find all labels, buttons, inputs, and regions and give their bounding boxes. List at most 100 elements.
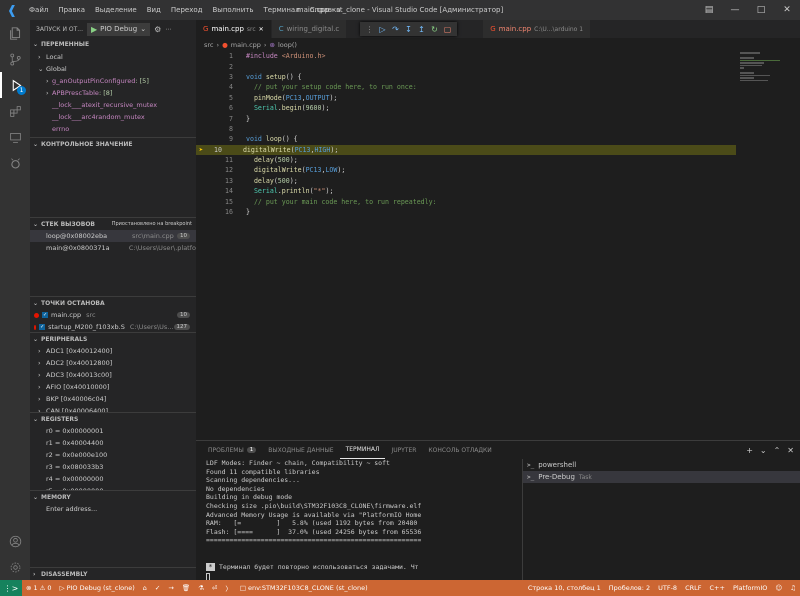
code-line[interactable]: 12 digitalWrite(PC13,LOW); (196, 165, 800, 175)
restart-icon[interactable]: ↻ (429, 25, 440, 34)
callstack-section-header[interactable]: ⌄ СТЕК ВЫЗОВОВ Приостановлено на breakpoin… (30, 217, 196, 230)
code-line[interactable]: 14 Serial.println("*"); (196, 186, 800, 196)
breadcrumb-folder[interactable]: src (204, 41, 214, 49)
debug-status[interactable]: ▷ PIO Debug (st_clone) (56, 584, 139, 592)
global-scope[interactable]: ⌄ Global (30, 63, 196, 75)
remote-explorer-icon[interactable] (0, 124, 30, 150)
register-item[interactable]: r1 = 0x40004400 (30, 437, 196, 449)
peripheral-item[interactable]: › BKP [0x40006c04] (30, 393, 196, 405)
code-line[interactable]: 4 // put your setup code here, to run on… (196, 82, 800, 92)
breakpoint-arrow-icon[interactable]: ➤ (196, 146, 206, 154)
feedback-icon[interactable]: ☺ (771, 584, 786, 592)
chevron-down-icon[interactable]: ⌄ (760, 446, 767, 455)
code-line[interactable]: 9 void loop() { (196, 134, 800, 144)
code-line[interactable]: 6 Serial.begin(9600); (196, 103, 800, 113)
code-line[interactable]: 1 #include <Arduino.h> (196, 51, 800, 61)
step-out-icon[interactable]: ↥ (416, 25, 427, 34)
peripheral-item[interactable]: › CAN [0x40006400] (30, 405, 196, 412)
code-editor[interactable]: 1 #include <Arduino.h> 2 3 void setup() {4 /… (196, 51, 800, 217)
continue-icon[interactable]: ▷ (377, 25, 388, 34)
menu-item[interactable]: Вид (142, 0, 166, 20)
register-item[interactable]: r2 = 0x0e000e100 (30, 449, 196, 461)
code-line[interactable]: 13 delay(500); (196, 176, 800, 186)
home-icon[interactable]: ⌂ (139, 584, 151, 592)
code-line[interactable]: ➤ 10 digitalWrite(PC13,HIGH); (196, 144, 736, 155)
peripheral-item[interactable]: › ADC3 [0x40013c00] (30, 369, 196, 381)
code-line[interactable]: 2 (196, 61, 800, 71)
upload-arrow-icon[interactable]: → (164, 584, 177, 592)
breadcrumb-file[interactable]: main.cpp (231, 41, 261, 49)
breadcrumb-symbol[interactable]: loop() (278, 41, 297, 49)
platformio-status[interactable]: PlatformIO (729, 584, 771, 592)
problems-status[interactable]: ⊗ 1 ⚠ 0 (22, 584, 56, 592)
code-line[interactable]: 15 // put your main code here, to run re… (196, 196, 800, 206)
variables-section-header[interactable]: ⌄ ПЕРЕМЕННЫЕ (30, 38, 196, 51)
source-control-icon[interactable] (0, 46, 30, 72)
maximize-panel-icon[interactable]: ⌃ (774, 446, 781, 455)
env-selector[interactable]: □ env:STM32F103C8_CLONE (st_clone) (236, 584, 372, 592)
editor-tab[interactable]: Cwiring_digital.c (271, 20, 348, 38)
close-panel-icon[interactable]: ✕ (787, 446, 794, 455)
menu-item[interactable]: Терминал (258, 0, 304, 20)
clean-trash-icon[interactable]: 🗑 (178, 584, 194, 592)
code-line[interactable]: 16} (196, 207, 800, 217)
code-line[interactable]: 8 (196, 124, 800, 134)
registers-section-header[interactable]: ⌄ REGISTERS (30, 412, 196, 425)
encoding[interactable]: UTF-8 (654, 584, 681, 592)
register-item[interactable]: r0 = 0x00000001 (30, 425, 196, 437)
callstack-frame[interactable]: main@0x0800371a C:\Users\User\.platfo (30, 242, 196, 254)
terminal-output[interactable]: LDF Modes: Finder ~ chain, Compatibility… (206, 459, 516, 581)
extensions-icon[interactable] (0, 98, 30, 124)
breakpoints-section-header[interactable]: ⌄ ТОЧКИ ОСТАНОВА (30, 296, 196, 309)
indentation[interactable]: Пробелов: 2 (605, 584, 654, 592)
panel-tab[interactable]: JUPYTER (385, 441, 422, 459)
variable-item[interactable]: › APBPrescTable: [8] (30, 87, 196, 99)
more-icon[interactable]: ⋯ (165, 26, 171, 33)
register-item[interactable]: r4 = 0x00000000 (30, 473, 196, 485)
memory-address-input[interactable]: Enter address... (30, 503, 196, 515)
menu-item[interactable]: Переход (166, 0, 208, 20)
code-line[interactable]: 5 pinMode(PC13,OUTPUT); (196, 93, 800, 103)
platformio-icon[interactable] (0, 150, 30, 176)
terminal-instance[interactable]: >_ powershell (523, 459, 800, 471)
panel-tab[interactable]: ТЕРМИНАЛ (339, 441, 386, 459)
variable-item[interactable]: › g_anOutputPinConfigured: [5] (30, 75, 196, 87)
line-ending[interactable]: CRLF (681, 584, 705, 592)
test-flask-icon[interactable]: ⚗ (194, 584, 208, 592)
drag-handle-icon[interactable]: ⋮ (364, 25, 375, 34)
maximize-button[interactable]: □ (748, 0, 774, 20)
plug-icon[interactable]: ⏎ (208, 584, 221, 592)
register-item[interactable]: r3 = 0x080033b3 (30, 461, 196, 473)
variable-item[interactable]: errno (30, 123, 196, 135)
build-check-icon[interactable]: ✓ (151, 584, 164, 592)
notifications-bell-icon[interactable]: ♫ (786, 584, 800, 592)
gear-icon[interactable]: ⚙ (154, 25, 161, 34)
stop-icon[interactable]: ▢ (442, 25, 453, 34)
explorer-icon[interactable] (0, 20, 30, 46)
language-mode[interactable]: C++ (706, 584, 729, 592)
cursor-position[interactable]: Строка 10, столбец 1 (524, 584, 605, 592)
menu-item[interactable]: Файл (24, 0, 53, 20)
breakpoint-checkbox[interactable]: ✓ (39, 324, 46, 330)
minimap[interactable] (740, 51, 790, 111)
terminal-instance[interactable]: >_ Pre-Debug Task (523, 471, 800, 483)
start-debug-icon[interactable]: ▶ (91, 25, 97, 34)
editor-tab[interactable]: Gmain.cpp C:\U...\arduino 1 (483, 20, 592, 38)
menu-item[interactable]: Выполнить (207, 0, 258, 20)
peripheral-item[interactable]: › AFIO [0x40010000] (30, 381, 196, 393)
breakpoint-checkbox[interactable]: ✓ (42, 312, 48, 318)
terminal-icon[interactable]: 〉 (221, 583, 236, 593)
new-terminal-icon[interactable]: + (746, 446, 753, 455)
code-line[interactable]: 11 delay(500); (196, 155, 800, 165)
watch-section-header[interactable]: ⌄ КОНТРОЛЬНОЕ ЗНАЧЕНИЕ (30, 137, 196, 150)
panel-tab[interactable]: ВЫХОДНЫЕ ДАННЫЕ (262, 441, 339, 459)
variable-item[interactable]: __lock___atexit_recursive_mutex (30, 99, 196, 111)
close-window-button[interactable]: ✕ (774, 0, 800, 20)
peripheral-item[interactable]: › ADC1 [0x40012400] (30, 345, 196, 357)
run-debug-icon[interactable]: 1 (0, 72, 30, 98)
layout-icon[interactable]: ▤ (696, 0, 722, 20)
breakpoint-item[interactable]: ✓ main.cpp src 10 (30, 309, 196, 321)
account-icon[interactable] (0, 528, 30, 554)
menu-item[interactable]: Справка (305, 0, 346, 20)
peripheral-item[interactable]: › ADC2 [0x40012800] (30, 357, 196, 369)
